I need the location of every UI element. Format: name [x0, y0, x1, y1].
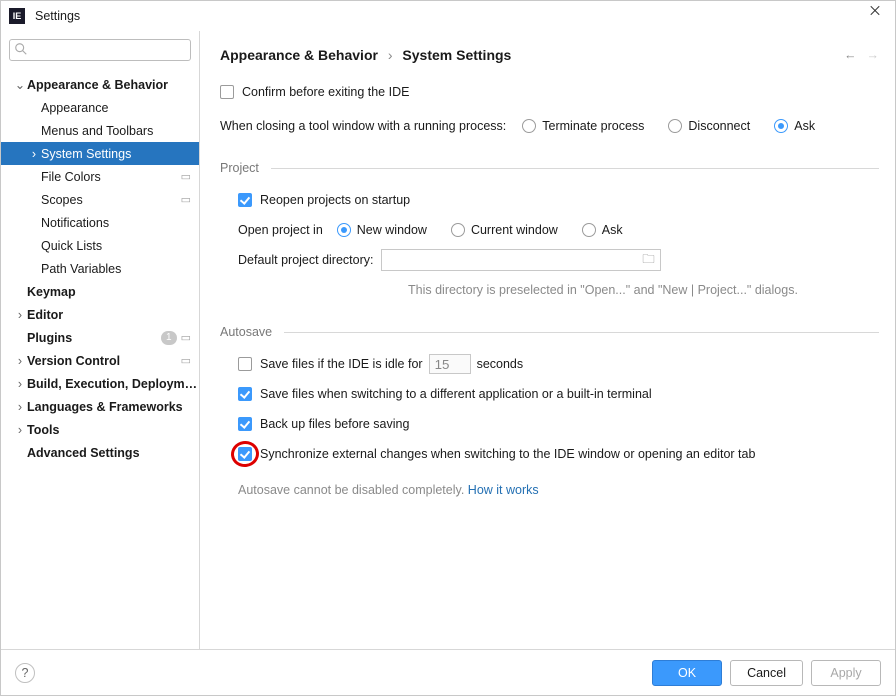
tree-tools[interactable]: ›Tools [1, 418, 199, 441]
label-ask: Ask [794, 119, 815, 133]
label-confirm-exit: Confirm before exiting the IDE [242, 85, 409, 99]
default-dir-label: Default project directory: [238, 253, 373, 267]
checkbox-backup[interactable] [238, 417, 252, 431]
tree-build[interactable]: ›Build, Execution, Deployment [1, 372, 199, 395]
tree-system-settings[interactable]: ›System Settings [1, 142, 199, 165]
settings-tree: ⌄Appearance & Behavior Appearance Menus … [1, 69, 199, 649]
tree-menus-toolbars[interactable]: Menus and Toolbars [1, 119, 199, 142]
window-title: Settings [35, 9, 863, 23]
default-dir-hint: This directory is preselected in "Open..… [408, 283, 798, 297]
project-config-icon: ▭ [181, 331, 191, 344]
radio-terminate[interactable] [522, 119, 536, 133]
radio-ask[interactable] [774, 119, 788, 133]
label-switch-save: Save files when switching to a different… [260, 387, 652, 401]
chevron-right-icon: › [13, 423, 27, 437]
tree-notifications[interactable]: Notifications [1, 211, 199, 234]
breadcrumb-current: System Settings [402, 47, 511, 63]
label-reopen: Reopen projects on startup [260, 193, 410, 207]
tree-version-control[interactable]: ›Version Control▭ [1, 349, 199, 372]
tree-file-colors[interactable]: File Colors▭ [1, 165, 199, 188]
autosave-note: Autosave cannot be disabled completely. [238, 483, 464, 497]
project-heading: Project [220, 161, 259, 175]
help-button[interactable]: ? [15, 663, 35, 683]
close-icon [869, 10, 881, 22]
label-current-window: Current window [471, 223, 558, 237]
nav-back[interactable]: ← [844, 48, 857, 62]
chevron-right-icon: › [13, 354, 27, 368]
how-it-works-link[interactable]: How it works [468, 483, 539, 497]
tree-path-variables[interactable]: Path Variables [1, 257, 199, 280]
close-button[interactable] [863, 4, 887, 28]
chevron-right-icon: › [13, 377, 27, 391]
checkbox-idle-save[interactable] [238, 357, 252, 371]
ok-button[interactable]: OK [652, 660, 722, 686]
chevron-down-icon: ⌄ [13, 77, 27, 92]
app-icon: IE [9, 8, 25, 24]
tree-keymap[interactable]: Keymap [1, 280, 199, 303]
radio-current-window[interactable] [451, 223, 465, 237]
label-idle-pre: Save files if the IDE is idle for [260, 357, 423, 371]
plugins-badge: 1 [161, 331, 177, 345]
tree-scopes[interactable]: Scopes▭ [1, 188, 199, 211]
label-terminate: Terminate process [542, 119, 644, 133]
tree-editor[interactable]: ›Editor [1, 303, 199, 326]
divider [284, 332, 879, 333]
label-disconnect: Disconnect [688, 119, 750, 133]
autosave-heading: Autosave [220, 325, 272, 339]
idle-seconds-input[interactable] [429, 354, 471, 374]
breadcrumb-parent[interactable]: Appearance & Behavior [220, 47, 378, 63]
label-new-window: New window [357, 223, 427, 237]
project-config-icon: ▭ [181, 170, 191, 183]
tree-lang-fw[interactable]: ›Languages & Frameworks [1, 395, 199, 418]
checkbox-switch-save[interactable] [238, 387, 252, 401]
checkbox-sync[interactable] [238, 447, 252, 461]
nav-forward[interactable]: → [867, 48, 880, 62]
search-icon [14, 42, 28, 59]
breadcrumb: Appearance & Behavior › System Settings [220, 47, 844, 63]
label-open-ask: Ask [602, 223, 623, 237]
divider [271, 168, 879, 169]
folder-icon[interactable]: 🗀 [636, 250, 660, 271]
chevron-right-icon: › [388, 47, 393, 63]
label-backup: Back up files before saving [260, 417, 409, 431]
checkbox-reopen[interactable] [238, 193, 252, 207]
closing-label: When closing a tool window with a runnin… [220, 119, 506, 133]
tree-appearance[interactable]: Appearance [1, 96, 199, 119]
search-input[interactable] [9, 39, 191, 61]
label-idle-post: seconds [477, 357, 524, 371]
tree-appearance-behavior[interactable]: ⌄Appearance & Behavior [1, 73, 199, 96]
radio-disconnect[interactable] [668, 119, 682, 133]
project-config-icon: ▭ [181, 354, 191, 367]
tree-plugins[interactable]: Plugins1▭ [1, 326, 199, 349]
tree-quick-lists[interactable]: Quick Lists [1, 234, 199, 257]
chevron-right-icon: › [13, 400, 27, 414]
radio-new-window[interactable] [337, 223, 351, 237]
default-dir-input[interactable]: 🗀 [381, 249, 661, 271]
chevron-right-icon: › [27, 147, 41, 161]
chevron-right-icon: › [13, 308, 27, 322]
apply-button[interactable]: Apply [811, 660, 881, 686]
radio-open-ask[interactable] [582, 223, 596, 237]
cancel-button[interactable]: Cancel [730, 660, 803, 686]
checkbox-confirm-exit[interactable] [220, 85, 234, 99]
label-sync: Synchronize external changes when switch… [260, 447, 755, 461]
open-in-label: Open project in [238, 223, 323, 237]
tree-advanced[interactable]: Advanced Settings [1, 441, 199, 464]
project-config-icon: ▭ [181, 193, 191, 206]
